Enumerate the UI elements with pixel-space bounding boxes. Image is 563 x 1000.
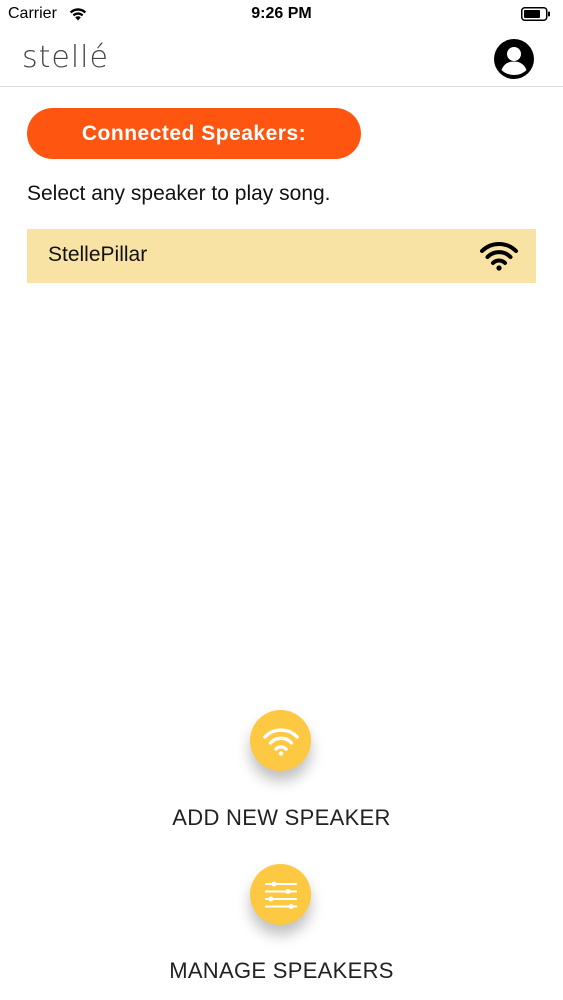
speaker-name: StellePillar <box>48 243 148 266</box>
add-speaker-button[interactable] <box>250 710 311 771</box>
connected-speakers-title: Connected Speakers: <box>27 108 361 159</box>
status-bar: Carrier 9:26 PM <box>0 0 563 30</box>
app-header: stellé <box>0 30 563 87</box>
wifi-icon <box>480 241 518 271</box>
wifi-icon <box>262 727 299 756</box>
battery-icon <box>521 7 550 21</box>
select-speaker-instruction: Select any speaker to play song. <box>27 182 331 205</box>
speaker-list-item[interactable]: StellePillar <box>27 229 536 283</box>
app-logo: stellé <box>22 40 109 75</box>
app-screen: Carrier 9:26 PM stellé Connected Speaker… <box>0 0 563 1000</box>
sliders-icon <box>264 881 297 909</box>
clock: 9:26 PM <box>251 5 312 22</box>
manage-speakers-button[interactable] <box>250 864 311 925</box>
user-circle-icon[interactable] <box>493 38 535 80</box>
manage-speakers-label[interactable]: MANAGE SPEAKERS <box>0 958 563 984</box>
add-speaker-label[interactable]: ADD NEW SPEAKER <box>0 805 563 831</box>
